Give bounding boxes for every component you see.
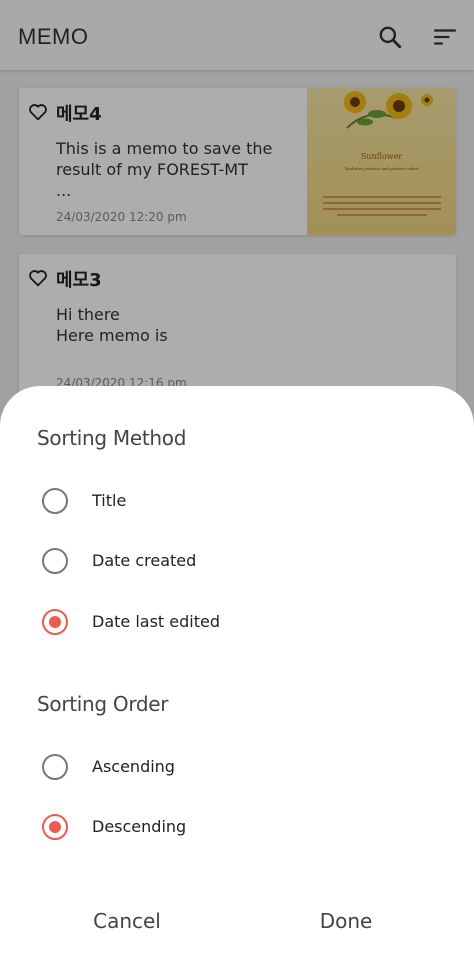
order-option-ascending[interactable]: Ascending	[42, 752, 432, 782]
sorting-method-title: Sorting Method	[37, 426, 187, 450]
option-label: Date created	[92, 551, 197, 570]
radio-button[interactable]	[42, 488, 68, 514]
cancel-button[interactable]: Cancel	[47, 896, 207, 946]
option-label: Title	[92, 491, 127, 510]
option-label: Descending	[92, 817, 187, 836]
sort-option-title[interactable]: Title	[42, 486, 432, 516]
radio-button[interactable]	[42, 548, 68, 574]
order-option-descending[interactable]: Descending	[42, 812, 432, 842]
radio-button[interactable]	[42, 754, 68, 780]
option-label: Date last edited	[92, 612, 220, 631]
sort-option-date-created[interactable]: Date created	[42, 546, 432, 576]
radio-button-selected[interactable]	[42, 814, 68, 840]
sort-bottom-sheet: Sorting Method Title Date created Date l…	[0, 386, 474, 960]
option-label: Ascending	[92, 757, 175, 776]
sort-option-date-last-edited[interactable]: Date last edited	[42, 607, 432, 637]
radio-button-selected[interactable]	[42, 609, 68, 635]
done-button[interactable]: Done	[266, 896, 426, 946]
sorting-order-title: Sorting Order	[37, 692, 169, 716]
